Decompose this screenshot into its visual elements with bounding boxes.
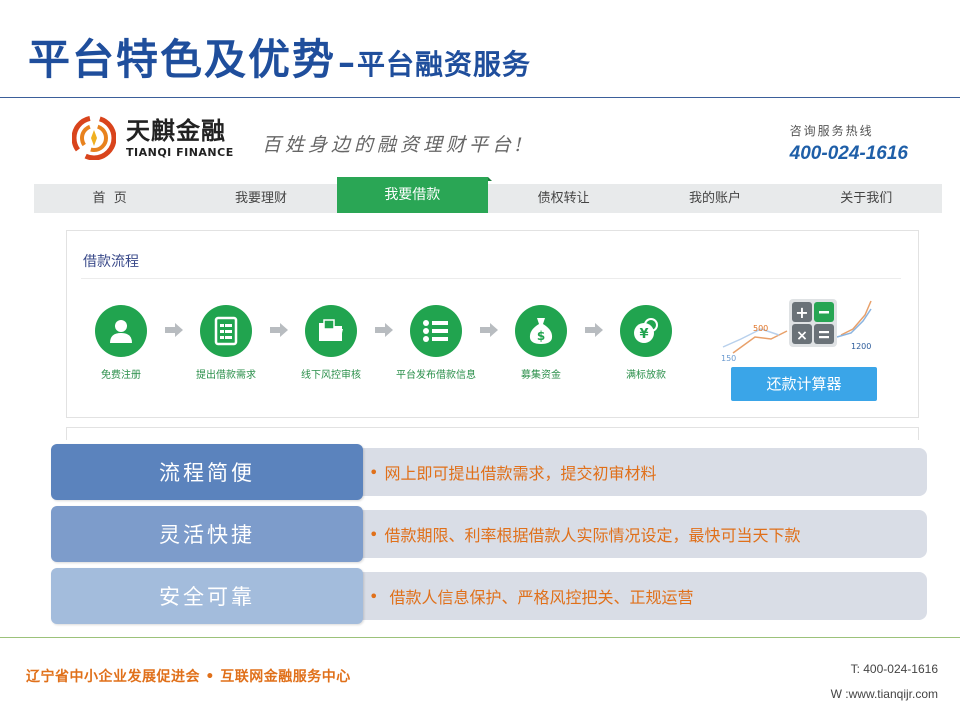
bullet-icon: • xyxy=(369,462,379,482)
logo-english-name: TIANQI FINANCE xyxy=(126,145,234,159)
money-bag-icon: $ xyxy=(515,305,567,357)
user-icon xyxy=(95,305,147,357)
flow-step-publish-info[interactable]: 平台发布借款信息 xyxy=(391,305,481,381)
feature-label: 安全可靠 xyxy=(51,568,363,624)
feature-description: • 网上即可提出借款需求，提交初审材料 xyxy=(369,448,656,496)
bullet-icon: • xyxy=(369,524,379,544)
nav-item-home[interactable]: 首 页 xyxy=(34,184,185,213)
slide-title-main: 平台特色及优势 xyxy=(28,35,337,84)
footer-telephone: T: 400-024-1616 xyxy=(850,662,938,676)
svg-text:$: $ xyxy=(537,329,545,343)
flow-step-label: 平台发布借款信息 xyxy=(396,370,476,381)
flow-step-label: 免费注册 xyxy=(101,370,141,381)
flow-step-label: 线下风控审核 xyxy=(301,370,361,381)
svg-text:¥: ¥ xyxy=(639,327,648,342)
calc-value-150: 150 xyxy=(721,354,736,363)
flow-step-disburse[interactable]: ¥ 满标放款 xyxy=(601,305,691,381)
folder-icon xyxy=(305,305,357,357)
feature-row-simple-process: 流程简便 • 网上即可提出借款需求，提交初审材料 xyxy=(51,444,927,500)
feature-label: 灵活快捷 xyxy=(51,506,363,562)
site-slogan: 百姓身边的融资理财平台! xyxy=(262,134,527,156)
nav-item-debt-transfer[interactable]: 债权转让 xyxy=(488,184,639,213)
feature-description-text: 借款人信息保护、严格风控把关、正规运营 xyxy=(384,588,694,607)
slide-title-sub: 平台融资服务 xyxy=(357,48,532,81)
footer-organization: 辽宁省中小企业发展促进会 • 互联网金融服务中心 xyxy=(26,669,351,685)
document-icon xyxy=(200,305,252,357)
yen-coins-icon: ¥ xyxy=(620,305,672,357)
calc-value-500: 500 xyxy=(753,324,768,333)
title-divider xyxy=(0,97,960,98)
calc-value-1200: 1200 xyxy=(851,342,871,351)
slide-title-dash: – xyxy=(338,43,356,83)
feature-row-flexible-fast: 灵活快捷 • 借款期限、利率根据借款人实际情况设定，最快可当天下款 xyxy=(51,506,927,562)
repayment-calculator-widget: + × 500 150 1200 还款计算器 xyxy=(721,295,881,405)
feature-description: • 借款期限、利率根据借款人实际情况设定，最快可当天下款 xyxy=(369,510,800,558)
flow-step-risk-review[interactable]: 线下风控审核 xyxy=(286,305,376,381)
feature-description-text: 借款期限、利率根据借款人实际情况设定，最快可当天下款 xyxy=(384,526,801,545)
site-logo[interactable]: 天麒金融 TIANQI FINANCE xyxy=(71,115,234,161)
main-nav: 首 页 我要理财 我要借款 债权转让 我的账户 关于我们 xyxy=(34,177,942,213)
flow-title-divider xyxy=(81,278,901,279)
hotline: 咨询服务热线 400-024-1616 xyxy=(790,122,908,165)
footer-website[interactable]: W :www.tianqijr.com xyxy=(831,687,938,701)
nav-item-invest[interactable]: 我要理财 xyxy=(185,184,336,213)
flow-step-raise-funds[interactable]: $ 募集资金 xyxy=(496,305,586,381)
bullet-icon: • xyxy=(369,586,379,606)
flow-step-register[interactable]: 免费注册 xyxy=(76,305,166,381)
flow-title: 借款流程 xyxy=(83,254,139,270)
calculator-chart-icon: + × 500 150 1200 xyxy=(721,299,872,363)
feature-row-safe-reliable: 安全可靠 • 借款人信息保护、严格风控把关、正规运营 xyxy=(51,568,927,624)
footer-divider xyxy=(0,637,960,638)
nav-item-my-account[interactable]: 我的账户 xyxy=(639,184,790,213)
nav-item-about-us[interactable]: 关于我们 xyxy=(791,184,942,213)
flow-step-label: 提出借款需求 xyxy=(196,370,256,381)
flow-step-label: 满标放款 xyxy=(626,370,666,381)
logo-chinese-name: 天麒金融 xyxy=(126,116,226,145)
list-icon xyxy=(410,305,462,357)
lower-panel-edge xyxy=(66,427,919,440)
feature-description-text: 网上即可提出借款需求，提交初审材料 xyxy=(384,464,657,483)
hotline-label: 咨询服务热线 xyxy=(789,124,874,138)
feature-label: 流程简便 xyxy=(51,444,363,500)
hotline-number[interactable]: 400-024-1616 xyxy=(790,143,908,165)
borrow-process-panel: 借款流程 免费注册 提出借款需求 线下风控审核 平台发布借款信息 $ 募集资金 … xyxy=(66,230,919,418)
flow-step-submit-request[interactable]: 提出借款需求 xyxy=(181,305,271,381)
svg-text:+: + xyxy=(795,303,808,322)
logo-swirl-icon xyxy=(71,115,117,161)
repayment-calculator-button[interactable]: 还款计算器 xyxy=(731,367,877,401)
website-screenshot: 天麒金融 TIANQI FINANCE 百姓身边的融资理财平台! 咨询服务热线 … xyxy=(34,104,942,440)
nav-item-borrow[interactable]: 我要借款 xyxy=(336,177,493,213)
svg-text:×: × xyxy=(796,328,808,344)
flow-step-label: 募集资金 xyxy=(521,370,561,381)
feature-description: • 借款人信息保护、严格风控把关、正规运营 xyxy=(369,572,694,620)
slide-title: 平台特色及优势 – 平台融资服务 xyxy=(28,26,532,84)
